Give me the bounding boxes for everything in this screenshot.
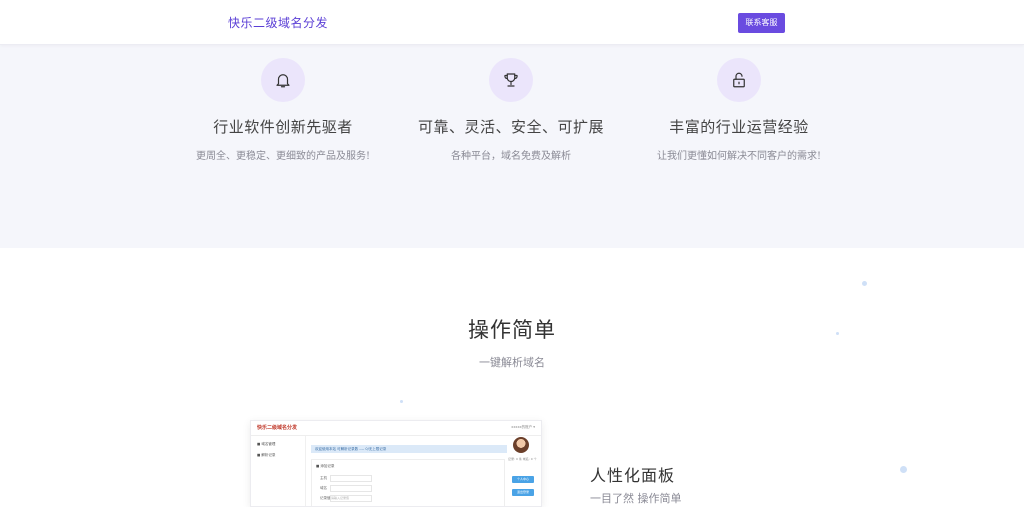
feature-experience: 丰富的行业运营经验 让我们更懂如何解决不同客户的需求! <box>619 58 859 162</box>
feature-title: 可靠、灵活、安全、可扩展 <box>417 118 604 136</box>
preview-button: 个人中心 <box>512 476 534 483</box>
preview-side-item: ■ 域名管理 <box>257 442 276 446</box>
preview-row-label: 主机 <box>320 476 327 480</box>
preview-brand: 快乐二级域名分发 <box>257 425 298 431</box>
feature-card-desc: 一目了然 操作简单 <box>590 492 682 505</box>
preview-sidebar: ■ 域名管理 ■ 解析记录 <box>251 436 306 506</box>
feature-title: 行业软件创新先驱者 <box>213 118 353 136</box>
preview-stats: 记录: 0 条 域名: 0 个 <box>508 457 537 461</box>
preview-header: 快乐二级域名分发 xxxxx的账户 ▾ <box>251 421 541 436</box>
particle-dot <box>862 281 867 286</box>
feature-desc: 让我们更懂如何解决不同客户的需求! <box>656 151 822 162</box>
section-subtitle: 一键解析域名 <box>479 356 545 369</box>
preview-input <box>330 475 372 482</box>
trophy-icon <box>489 58 533 102</box>
feature-innovation: 行业软件创新先驱者 更周全、更稳定、更细致的产品及服务! <box>163 58 403 162</box>
feature-desc: 各种平台，域名免费及解析 <box>451 151 571 162</box>
particle-dot <box>400 400 403 403</box>
preview-row-label: 域名 <box>320 486 327 490</box>
bell-icon <box>261 58 305 102</box>
site-brand[interactable]: 快乐二级域名分发 <box>228 14 328 31</box>
feature-desc: 更周全、更稳定、更细致的产品及服务! <box>195 151 371 162</box>
preview-panel: ■ 添加记录 主机 域名 记录值 请输入记录值 <box>311 459 505 506</box>
preview-row-label: 记录值 <box>320 496 331 500</box>
feature-title: 丰富的行业运营经验 <box>669 118 809 136</box>
contact-support-button[interactable]: 联系客服 <box>738 13 785 33</box>
preview-side-item: ■ 解析记录 <box>257 453 276 457</box>
preview-button: 退出登录 <box>512 489 534 496</box>
feature-card-title: 人性化面板 <box>590 466 676 485</box>
top-navbar: 快乐二级域名分发 联系客服 <box>0 0 1024 45</box>
panel-preview-image: 快乐二级域名分发 xxxxx的账户 ▾ ■ 域名管理 ■ 解析记录 欢迎使用本站… <box>250 420 542 507</box>
preview-input <box>330 485 372 492</box>
preview-notice-bar: 欢迎使用本站 可解析记录数 ---- 0/无上限记录 <box>311 445 507 453</box>
preview-panel-label: ■ 添加记录 <box>316 464 335 468</box>
preview-user-menu: xxxxx的账户 ▾ <box>511 425 535 429</box>
particle-dot <box>900 466 907 473</box>
section-title: 操作简单 <box>468 318 556 342</box>
features-section: 行业软件创新先驱者 更周全、更稳定、更细致的产品及服务! 可靠、灵活、安全、可扩… <box>0 44 1024 248</box>
lock-icon <box>717 58 761 102</box>
preview-avatar <box>513 437 529 453</box>
feature-reliable: 可靠、灵活、安全、可扩展 各种平台，域名免费及解析 <box>391 58 631 162</box>
